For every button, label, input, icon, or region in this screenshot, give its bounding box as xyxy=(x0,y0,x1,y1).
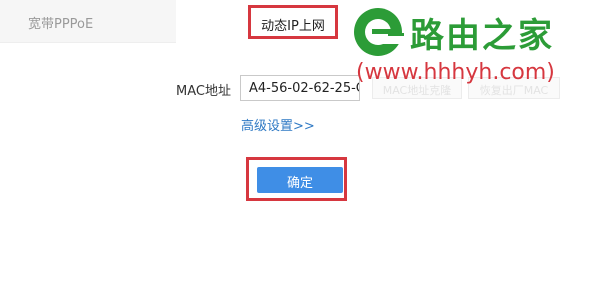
confirm-button[interactable]: 确定 xyxy=(257,167,343,193)
tab-dynamic-ip-label: 动态IP上网 xyxy=(261,19,325,34)
confirm-button-label: 确定 xyxy=(286,176,313,191)
green-e-logo-icon xyxy=(354,8,404,56)
tab-pppoe[interactable]: 宽带PPPoE xyxy=(0,0,176,43)
mac-address-input[interactable]: A4-56-02-62-25-C xyxy=(240,75,360,101)
mac-address-value: A4-56-02-62-25-C xyxy=(249,81,360,96)
tab-pppoe-label: 宽带PPPoE xyxy=(28,17,94,32)
watermark-url: (www.hhhyh.com) xyxy=(356,60,555,85)
tab-dynamic-ip[interactable]: 动态IP上网 xyxy=(248,5,338,39)
watermark-brand-name: 路由之家 xyxy=(410,16,554,56)
mac-address-label: MAC地址 xyxy=(176,84,231,99)
advanced-settings-link[interactable]: 高级设置>> xyxy=(241,115,315,134)
watermark: 路由之家 (www.hhhyh.com) xyxy=(350,0,600,100)
